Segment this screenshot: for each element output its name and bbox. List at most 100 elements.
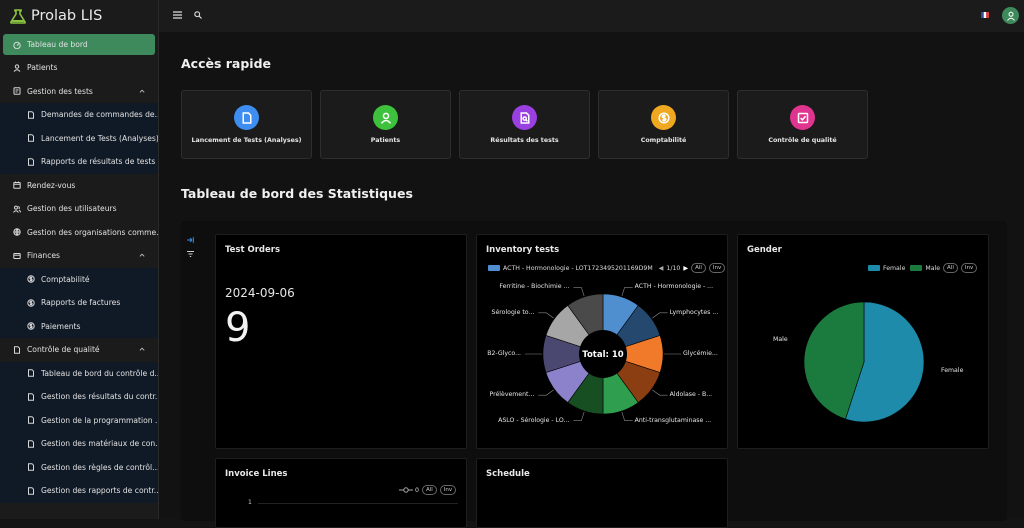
sidebar-item[interactable]: Paiements — [0, 315, 158, 339]
sidebar-item[interactable]: Gestion des résultats du contr... — [0, 385, 158, 409]
main-content: Accès rapide Lancement de Tests (Analyse… — [159, 32, 1024, 519]
sidebar-item[interactable]: Comptabilité — [0, 268, 158, 292]
search-icon[interactable] — [194, 11, 202, 19]
pie-label: Aldolase - B... — [670, 391, 713, 398]
document-icon — [27, 416, 35, 424]
sidebar-item[interactable]: Rapports de factures — [0, 291, 158, 315]
sidebar-item-label: Finances — [27, 251, 60, 260]
sidebar-item[interactable]: Gestion des utilisateurs — [0, 197, 158, 221]
sidebar-item-label: Gestion des organisations comme... — [27, 228, 158, 237]
test-orders-card: Test Orders 2024-09-06 9 — [215, 234, 467, 449]
card-title: Gender — [747, 245, 782, 255]
dollar-icon — [27, 322, 35, 330]
finance-icon — [13, 252, 21, 260]
quick-access-label: Lancement de Tests (Analyses) — [182, 137, 311, 144]
sidebar: Prolab LIS Tableau de bord Patients Gestio… — [0, 0, 159, 519]
quick-access-card[interactable]: Résultats des tests — [459, 90, 590, 159]
sidebar-item[interactable]: Gestion de la programmation ... — [0, 409, 158, 433]
quick-access-label: Résultats des tests — [460, 137, 589, 144]
test-icon — [13, 87, 21, 95]
sidebar-item[interactable]: Gestion des tests — [0, 80, 158, 104]
sidebar-item[interactable]: Finances — [0, 244, 158, 268]
sidebar-item[interactable]: Demandes de commandes de... — [0, 103, 158, 127]
card-title: Schedule — [486, 469, 530, 479]
sidebar-item-label: Gestion des rapports de contr... — [41, 486, 158, 495]
sidebar-item[interactable]: Gestion des organisations comme... — [0, 221, 158, 245]
inventory-tests-card: Inventory tests ACTH - Hormonologie - LO… — [476, 234, 728, 449]
stats-title: Tableau de bord des Statistiques — [181, 186, 413, 201]
test-orders-value: 9 — [225, 305, 250, 351]
flask-icon — [10, 9, 26, 24]
quick-access-card[interactable]: Lancement de Tests (Analyses) — [181, 90, 312, 159]
pie-leader-line — [573, 287, 584, 296]
collapse-icon[interactable] — [187, 237, 194, 243]
all-button[interactable]: All — [422, 485, 437, 495]
test-orders-date: 2024-09-06 — [225, 286, 295, 300]
pie-label: Glycémie... — [683, 350, 718, 357]
top-bar — [159, 0, 1024, 32]
sidebar-item-label: Lancement de Tests (Analyses) — [41, 134, 158, 143]
chevron-up-icon[interactable] — [139, 346, 146, 353]
sidebar-item[interactable]: Gestion des règles de contrôl... — [0, 456, 158, 480]
sidebar-item[interactable]: Gestion des matériaux de con... — [0, 432, 158, 456]
document-icon — [13, 346, 21, 354]
sidebar-item-label: Gestion des résultats du contr... — [41, 392, 158, 401]
brand[interactable]: Prolab LIS — [0, 0, 158, 32]
invoice-lines-card: Invoice Lines 0 All Inv 1 — [215, 458, 467, 528]
menu-icon[interactable] — [173, 11, 182, 19]
sidebar-submenu: Comptabilité Rapports de facturesPaiement… — [0, 268, 158, 339]
card-title: Test Orders — [225, 245, 280, 255]
legend-value: 0 — [415, 487, 419, 494]
pie-label: ACTH - Hormonologie - ... — [635, 283, 713, 290]
document-icon — [27, 487, 35, 495]
document-icon — [234, 105, 259, 130]
sidebar-item[interactable]: Lancement de Tests (Analyses) — [0, 127, 158, 151]
pie-total-label: Total: 10 — [582, 350, 623, 360]
sidebar-item-label: Patients — [27, 63, 57, 72]
pie-leader-line — [573, 412, 584, 421]
quick-access-card[interactable]: Contrôle de qualité — [737, 90, 868, 159]
document-icon — [27, 393, 35, 401]
user-icon — [1006, 11, 1016, 21]
dollar-icon — [651, 105, 676, 130]
quick-access-title: Accès rapide — [181, 56, 271, 71]
france-flag-icon[interactable] — [981, 12, 989, 18]
pie-label-female: Female — [941, 367, 963, 374]
sidebar-item-label: Comptabilité — [41, 275, 90, 284]
sidebar-item[interactable]: Patients — [0, 56, 158, 80]
card-title: Inventory tests — [486, 245, 559, 255]
quick-access-card[interactable]: Patients — [320, 90, 451, 159]
app-title: Prolab LIS — [31, 8, 102, 24]
pie-leader-line — [538, 390, 553, 395]
user-icon — [373, 105, 398, 130]
pie-leader-line — [622, 287, 633, 296]
chevron-up-icon[interactable] — [139, 252, 146, 259]
pie-leader-line — [538, 313, 553, 318]
quick-access-label: Comptabilité — [599, 137, 728, 144]
pie-label: Sérologie to... — [492, 309, 535, 316]
sidebar-item[interactable]: Tableau de bord — [3, 34, 155, 55]
gender-card: Gender Female Male All Inv Male Female — [737, 234, 989, 449]
inv-button[interactable]: Inv — [440, 485, 456, 495]
check-icon — [790, 105, 815, 130]
chevron-up-icon[interactable] — [139, 88, 146, 95]
line-legend-icon — [399, 487, 413, 493]
sidebar-item[interactable]: Gestion des rapports de contr... — [0, 479, 158, 503]
pie-label: Lymphocytes ... — [670, 309, 719, 316]
pie-label: Prélèvement... — [489, 391, 534, 398]
sidebar-item[interactable]: Rendez-vous — [0, 174, 158, 198]
chart-legend[interactable]: 0 All Inv — [399, 485, 456, 495]
pie-label: Ferritine - Biochimie ... — [499, 283, 569, 290]
sidebar-submenu: Tableau de bord du contrôle d... Gestion … — [0, 362, 158, 503]
document-icon — [27, 111, 35, 119]
sidebar-item-label: Gestion de la programmation ... — [41, 416, 158, 425]
quick-access-card[interactable]: Comptabilité — [598, 90, 729, 159]
sidebar-item-label: Gestion des utilisateurs — [27, 204, 117, 213]
sidebar-item[interactable]: Tableau de bord du contrôle d... — [0, 362, 158, 386]
sidebar-item[interactable]: Rapports de résultats de tests — [0, 150, 158, 174]
filter-icon[interactable] — [187, 251, 194, 257]
sidebar-item[interactable]: Contrôle de qualité — [0, 338, 158, 362]
avatar[interactable] — [1002, 7, 1019, 24]
dashboard-icon — [13, 41, 21, 49]
pie-label: Anti-transglutaminase ... — [635, 417, 712, 424]
